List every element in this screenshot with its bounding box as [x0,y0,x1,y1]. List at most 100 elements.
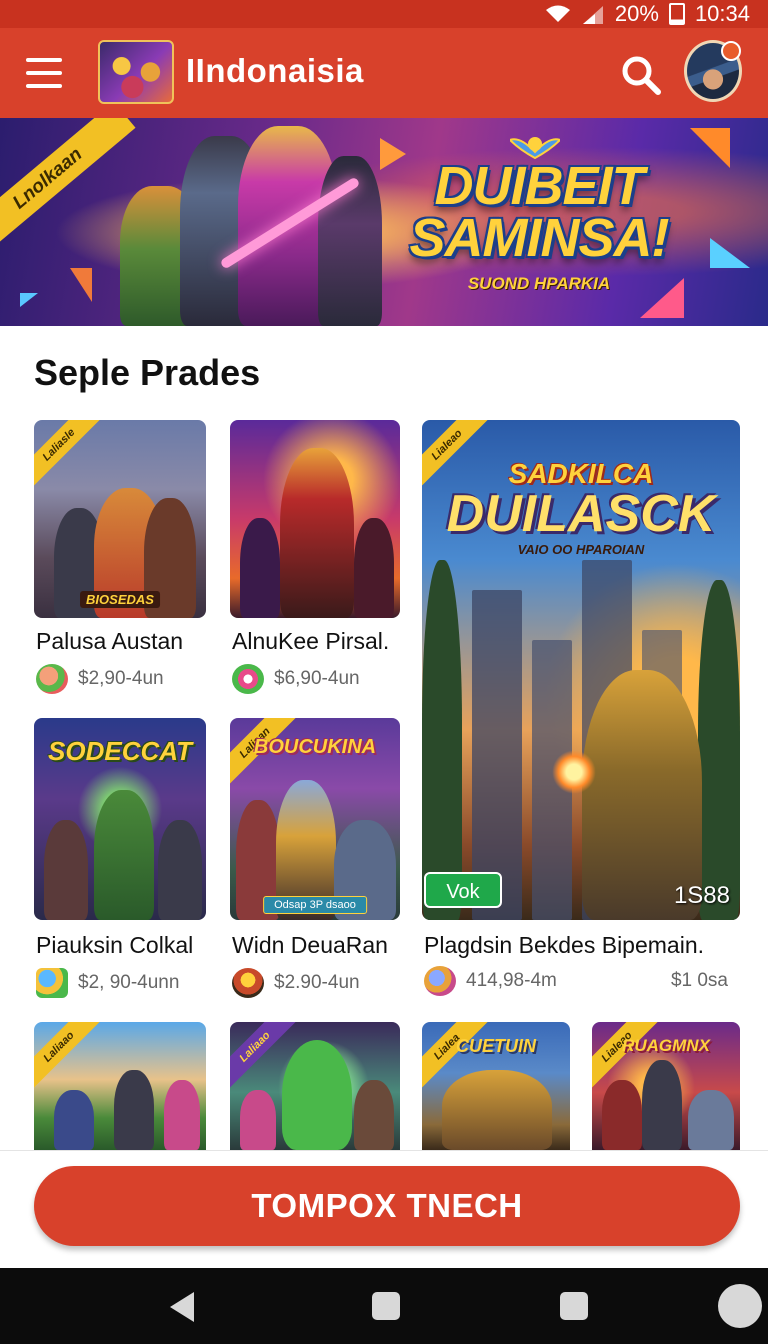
game-thumbnail: Laliaan BOUCUKINA Odsap 3P dsaoo [230,718,400,920]
hero-ribbon: Lnolkaan [0,118,136,257]
featured-badge[interactable]: Vok [424,872,502,908]
signal-icon [582,6,603,24]
game-title: Palusa Austan [36,628,184,654]
game-thumbnail: Laliasle BIOSEDAS [34,420,206,618]
battery-icon [668,3,685,25]
game-card-featured[interactable]: Lialeao SADKILCA DUILASCK VAIO OO HPAROI… [422,420,740,1004]
confetti-shard [70,268,92,302]
character-silhouette [642,1060,682,1150]
battery-percent: 20% [614,1,659,26]
confetti-shard [690,128,730,168]
notification-badge [721,41,741,61]
character-silhouette [280,448,354,618]
character-silhouette [54,1090,94,1150]
home-icon[interactable] [372,1292,400,1320]
primary-cta-button[interactable]: TOMPOX TNECH [34,1166,740,1246]
thumbnail-caption: BIOSEDAS [80,591,160,608]
character-silhouette [240,518,280,618]
menu-button[interactable] [22,54,66,92]
hero-title: DUIBEIT SAMINSA! [404,156,674,268]
game-card[interactable]: Laliaan BOUCUKINA Odsap 3P dsaoo Widn De… [230,718,400,1002]
game-title: AlnuKee Pirsal. [232,628,390,654]
price-text: $6,90-4un [274,668,360,689]
coin-bundle-icon [36,664,68,694]
card-ribbon: Lialeao [422,420,494,492]
profile-avatar[interactable] [684,40,742,102]
featured-number: 1S88 [673,882,730,909]
game-thumbnail: Laliaao [230,1022,400,1150]
thumbnail-caption: BOUCUKINA [253,736,377,758]
hero-title-line1: DUIBEIT [434,156,645,216]
hero-title-line2: SAMINSA! [409,208,670,268]
thumbnail-caption: SODECCAT [48,736,192,766]
hero-subtitle: SUOND HPARKIA [467,274,611,293]
fireball-glow [552,750,596,794]
game-card[interactable]: AlnuKee Pirsal. $6,90-4un [230,420,400,700]
app-logo[interactable] [98,40,174,104]
gem-bundle-icon [424,966,456,996]
price-text: 414,98-4m [466,970,557,991]
search-icon[interactable] [620,54,662,96]
character-silhouette [354,518,394,618]
palm-silhouette [698,580,740,920]
character-silhouette [282,1040,352,1150]
game-card[interactable]: Lialeao RUAGMNX [592,1022,740,1150]
character-silhouette [354,1080,394,1150]
price-text: $2.90-4un [274,972,360,993]
assistant-icon[interactable] [718,1284,762,1328]
cube-bundle-icon [36,968,68,998]
price-text: $2, 90-4unn [78,972,180,993]
clock: 10:34 [694,1,750,26]
back-icon[interactable] [170,1292,194,1322]
game-thumbnail: SODECCAT [34,718,206,920]
game-thumbnail [230,420,400,618]
game-card[interactable]: SODECCAT Piauksin Colkal $2, 90-4unn [34,718,206,1002]
price-row: $2.90-4un [232,968,360,998]
game-thumbnail: Laliaao [34,1022,206,1150]
app-title: IIndonaisia [186,52,364,89]
app-bar: IIndonaisia [0,28,768,118]
status-indicators: 20% 10:34 [545,0,750,28]
treasure-icon [232,968,264,998]
character-silhouette [442,1070,552,1150]
thumbnail-caption: CUETUIN [456,1036,536,1056]
confetti-shard [710,238,750,268]
menu-icon [26,58,62,62]
character-silhouette [602,1080,642,1150]
price-text-secondary: $1 0sa [670,970,728,991]
gift-pack-icon [232,664,264,694]
character-silhouette [688,1090,734,1150]
price-text: $2,90-4un [78,668,164,689]
character-silhouette [44,820,88,920]
recents-icon[interactable] [560,1292,588,1320]
thumbnail-caption: RUAGMNX [622,1036,710,1055]
game-title: Piauksin Colkal [36,932,194,958]
cta-label: TOMPOX TNECH [251,1187,523,1224]
game-card[interactable]: Laliaao [34,1022,206,1150]
game-thumbnail: Lialeao RUAGMNX [592,1022,740,1150]
hero-banner[interactable]: Lnolkaan DUIBEIT SAMINSA! SUOND HPARKIA [0,118,768,326]
system-nav-bar [0,1268,768,1344]
confetti-shard [20,293,38,307]
status-bar: 20% 10:34 [0,0,768,28]
character-silhouette [164,1080,200,1150]
price-row: $2,90-4un [36,664,164,694]
game-thumbnail: Lialea CUETUIN [422,1022,570,1150]
card-ribbon: Laliasle [34,420,106,492]
character-silhouette [240,1090,276,1150]
featured-caption-line3: VAIO OO HPAROIAN [517,542,645,557]
game-card[interactable]: Laliasle BIOSEDAS Palusa Austan $2,90-4u… [34,420,206,700]
game-card[interactable]: Laliaao [230,1022,400,1150]
confetti-shard [380,138,406,170]
price-row: $6,90-4un [232,664,360,694]
thumbnail-subcaption: Odsap 3P dsaoo [263,896,367,914]
price-row: $2, 90-4unn [36,968,179,998]
featured-caption-line2: DUILASCK [446,485,716,543]
menu-icon-bar [26,84,62,88]
menu-icon-bar [26,71,62,75]
card-ribbon: Laliaao [34,1022,106,1094]
game-card[interactable]: Lialea CUETUIN [422,1022,570,1150]
game-title: Widn DeuaRan [232,932,388,958]
price-row: 414,98-4m $1 0sa [424,966,740,996]
game-title: Plagdsin Bekdes Bipemain. [424,932,704,958]
